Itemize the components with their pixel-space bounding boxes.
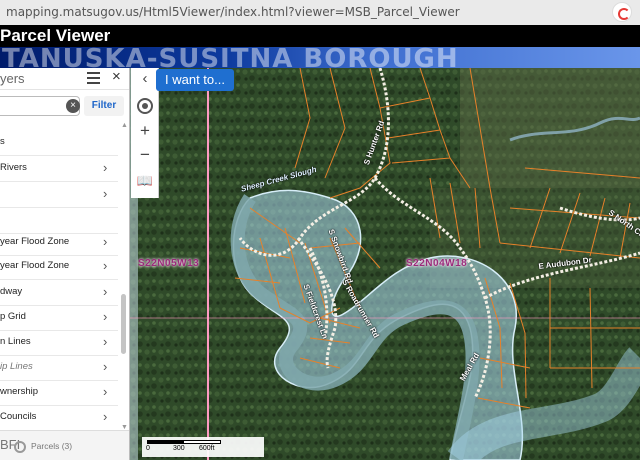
plus-icon: + (140, 121, 150, 140)
layer-label: ip Lines (0, 361, 33, 372)
zoom-out-button[interactable]: − (131, 144, 159, 168)
borough-banner: TANUSKA-SUSITNA BOROUGH (0, 47, 640, 68)
scale-bar: 0 300 600ft (142, 437, 264, 457)
parcels-tab[interactable]: Parcels (3) (31, 441, 72, 451)
scroll-thumb[interactable] (121, 294, 126, 354)
panel-footer: BFI Parcels (3) (0, 430, 129, 460)
layer-label: dway (0, 286, 23, 297)
layer-label: year Flood Zone (0, 236, 70, 247)
layer-item[interactable]: wnership › (0, 380, 118, 406)
chevron-right-icon[interactable]: › (103, 334, 107, 349)
chevron-right-icon[interactable]: › (103, 258, 107, 273)
collapse-panel-button[interactable]: ‹ (131, 68, 159, 92)
scale-tick: 600ft (199, 445, 215, 452)
scale-tick: 300 (173, 445, 185, 452)
layer-item[interactable]: Councils › (0, 405, 118, 431)
chevron-right-icon[interactable]: › (103, 186, 107, 201)
layer-item[interactable]: dway › (0, 280, 118, 306)
chevron-right-icon[interactable]: › (103, 160, 107, 175)
layer-item[interactable]: p Grid › (0, 305, 118, 331)
layer-label: year Flood Zone (0, 260, 70, 271)
locate-icon (137, 98, 153, 114)
chevron-right-icon[interactable]: › (103, 384, 107, 399)
chevron-right-icon[interactable]: › (103, 359, 107, 374)
layer-item[interactable]: Rivers › (0, 156, 118, 182)
layer-item[interactable]: year Flood Zone › (0, 230, 118, 256)
clear-search-icon[interactable]: × (66, 99, 80, 113)
layer-item[interactable]: n Lines › (0, 330, 118, 356)
app-title-bar: Parcel Viewer (0, 25, 640, 47)
extension-icon[interactable] (612, 2, 632, 22)
layer-label: wnership (0, 386, 39, 397)
layer-label: p Grid (0, 311, 26, 322)
chevron-right-icon[interactable]: › (103, 234, 107, 249)
app-title: Parcel Viewer (0, 26, 111, 45)
filter-button[interactable]: Filter (84, 96, 124, 116)
layer-label: Councils (0, 411, 37, 422)
i-want-to-button[interactable]: I want to... (156, 69, 234, 91)
layer-item[interactable]: ip Lines › (0, 355, 118, 381)
browser-address-bar[interactable]: mapping.matsugov.us/Html5Viewer/index.ht… (0, 0, 640, 25)
scale-bar-graphic (147, 440, 221, 444)
chevron-right-icon[interactable]: › (103, 309, 107, 324)
layer-label: n Lines (0, 336, 31, 347)
layer-item[interactable]: year Flood Zone › (0, 254, 118, 280)
zoom-in-button[interactable]: + (131, 120, 159, 144)
close-icon[interactable]: × (112, 68, 121, 85)
layer-item[interactable]: › (0, 182, 118, 208)
layer-label: Rivers (0, 162, 27, 173)
banner-text: TANUSKA-SUSITNA BOROUGH (2, 47, 459, 68)
bookmarks-button[interactable]: 📖 (131, 170, 159, 194)
section-label-east: S22N04W18 (406, 258, 468, 269)
url-text[interactable]: mapping.matsugov.us/Html5Viewer/index.ht… (6, 5, 460, 19)
layers-scrollbar[interactable]: ▲ ▼ (120, 122, 128, 434)
chevron-right-icon[interactable]: › (103, 284, 107, 299)
scroll-up-icon[interactable]: ▲ (121, 122, 128, 129)
scale-tick: 0 (146, 445, 150, 452)
map-toolbar: ‹ + − 📖 (131, 68, 159, 198)
layer-search-input[interactable]: × (0, 96, 80, 116)
minus-icon: − (140, 145, 150, 164)
layer-item[interactable]: s (0, 130, 118, 156)
locate-button[interactable] (131, 94, 159, 118)
section-label-west: S22N05W13 (138, 258, 200, 269)
layers-panel: yers × × Filter s Rivers › › year Flood Z… (0, 68, 130, 460)
map-view[interactable]: S22N05W13 S22N04W18 S Hunter Rd S Snowbi… (130, 68, 640, 460)
menu-icon[interactable] (87, 72, 100, 84)
chevron-right-icon[interactable]: › (103, 409, 107, 424)
layers-panel-title: yers (0, 71, 25, 86)
search-icon (14, 441, 26, 453)
book-icon: 📖 (136, 173, 154, 188)
chevron-left-icon: ‹ (142, 70, 148, 87)
layers-panel-header: yers × (0, 68, 129, 90)
layer-label: s (0, 136, 5, 147)
